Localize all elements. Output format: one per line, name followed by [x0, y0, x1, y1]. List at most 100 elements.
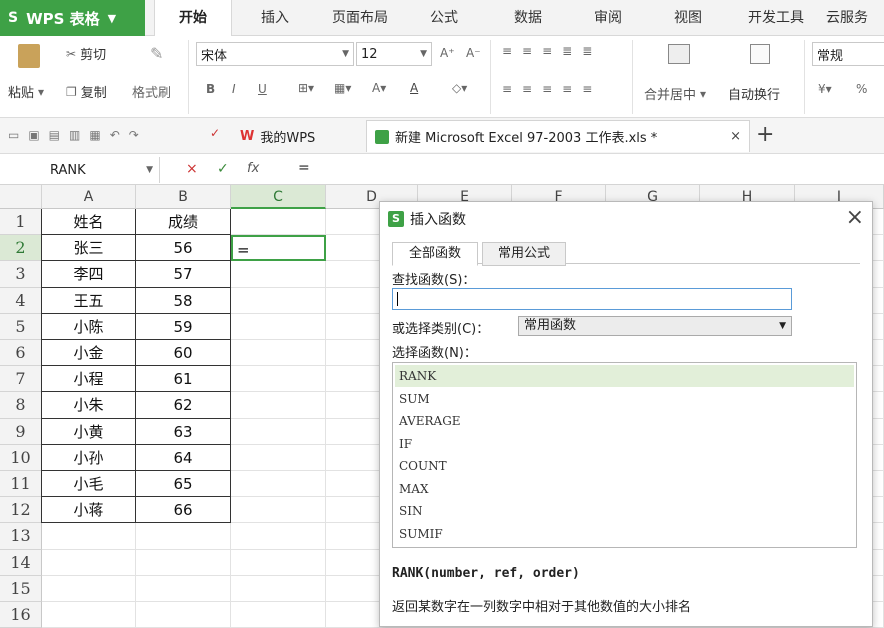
font-size-select[interactable]: 12 ▼	[356, 42, 432, 66]
function-item-if[interactable]: IF	[395, 433, 854, 455]
close-button[interactable]: ×	[846, 206, 864, 230]
cell-c8[interactable]	[231, 392, 326, 419]
tab-insert[interactable]: 插入	[240, 0, 310, 36]
cancel-formula-button[interactable]: ×	[186, 161, 198, 177]
align-top-icons[interactable]: ≡≡≡≣≣	[502, 44, 602, 58]
cell-b2[interactable]: 56	[136, 235, 231, 262]
number-format-select[interactable]: 常规	[812, 42, 884, 66]
cell-a14[interactable]	[42, 549, 136, 576]
row-header-1[interactable]: 1	[0, 209, 42, 236]
column-header-b[interactable]: B	[136, 185, 231, 209]
format-painter-icon[interactable]: ✎	[150, 44, 163, 63]
wrap-text-icon[interactable]	[750, 44, 770, 64]
font-name-select[interactable]: 宋体 ▼	[196, 42, 354, 66]
cell-a2[interactable]: 张三	[42, 235, 136, 262]
cell-c3[interactable]	[231, 261, 326, 288]
row-header-2[interactable]: 2	[0, 235, 42, 262]
cell-a10[interactable]: 小孙	[42, 444, 136, 471]
row-header-5[interactable]: 5	[0, 313, 42, 340]
fill-color-icon[interactable]: ▦▾	[334, 81, 351, 95]
cell-b9[interactable]: 63	[136, 418, 231, 445]
cell-c15[interactable]	[231, 575, 326, 602]
cell-a5[interactable]: 小陈	[42, 313, 136, 340]
cell-b3[interactable]: 57	[136, 261, 231, 288]
cell-a13[interactable]	[42, 523, 136, 550]
cell-b15[interactable]	[136, 575, 231, 602]
insert-function-button[interactable]: fx	[247, 161, 259, 176]
merge-center-icon[interactable]	[668, 44, 690, 64]
tab-view[interactable]: 视图	[656, 0, 720, 36]
category-select[interactable]: 常用函数 ▼	[518, 316, 792, 336]
cell-a11[interactable]: 小毛	[42, 471, 136, 498]
cell-c9[interactable]	[231, 418, 326, 445]
formula-input[interactable]: =	[298, 160, 310, 176]
cell-b8[interactable]: 62	[136, 392, 231, 419]
cell-a1[interactable]: 姓名	[42, 209, 136, 236]
active-cell-c2[interactable]: =	[231, 235, 326, 262]
quick-access-icons[interactable]: ▭▣▤▥▦↶↷	[8, 128, 148, 142]
tab-common-formulas[interactable]: 常用公式	[482, 242, 566, 266]
row-header-7[interactable]: 7	[0, 366, 42, 393]
merge-center-button[interactable]: 合并居中 ▾	[644, 84, 706, 104]
cell-b6[interactable]: 60	[136, 340, 231, 367]
cell-c14[interactable]	[231, 549, 326, 576]
row-header-13[interactable]: 13	[0, 523, 42, 550]
cell-b13[interactable]	[136, 523, 231, 550]
cell-c5[interactable]	[231, 313, 326, 340]
cell-c7[interactable]	[231, 366, 326, 393]
row-header-10[interactable]: 10	[0, 444, 42, 471]
function-list[interactable]: RANK SUM AVERAGE IF COUNT MAX SIN SUMIF	[392, 362, 857, 548]
row-header-14[interactable]: 14	[0, 549, 42, 576]
wrap-text-button[interactable]: 自动换行	[728, 84, 780, 103]
cell-b12[interactable]: 66	[136, 497, 231, 524]
cell-b5[interactable]: 59	[136, 313, 231, 340]
name-box[interactable]: RANK ▼	[0, 157, 160, 183]
function-item-sum[interactable]: SUM	[395, 388, 854, 410]
pin-icon[interactable]: ✓	[210, 126, 220, 140]
increase-font-icon[interactable]: A⁺	[440, 46, 455, 60]
search-input[interactable]	[392, 288, 792, 310]
cell-a16[interactable]	[42, 602, 136, 628]
tab-developer[interactable]: 开发工具	[736, 0, 816, 36]
percent-button[interactable]: %	[856, 82, 867, 96]
tab-data[interactable]: 数据	[496, 0, 560, 36]
italic-button[interactable]: I	[232, 82, 236, 96]
cell-c6[interactable]	[231, 340, 326, 367]
confirm-formula-button[interactable]: ✓	[217, 161, 229, 177]
cell-c10[interactable]	[231, 444, 326, 471]
font-color-icon[interactable]: A▾	[372, 81, 386, 95]
tab-workbook[interactable]: 新建 Microsoft Excel 97-2003 工作表.xls * ×	[366, 120, 750, 152]
close-icon[interactable]: ×	[730, 129, 741, 144]
column-header-c[interactable]: C	[231, 185, 326, 209]
cell-a9[interactable]: 小黄	[42, 418, 136, 445]
function-item-max[interactable]: MAX	[395, 478, 854, 500]
clipboard-icon[interactable]	[18, 44, 40, 68]
tab-home[interactable]: 开始	[154, 0, 232, 37]
cell-c12[interactable]	[231, 497, 326, 524]
row-header-12[interactable]: 12	[0, 497, 42, 524]
underline-button[interactable]: U	[258, 82, 267, 96]
clear-format-icon[interactable]: ◇▾	[452, 81, 467, 95]
row-header-8[interactable]: 8	[0, 392, 42, 419]
row-header-6[interactable]: 6	[0, 340, 42, 367]
row-header-15[interactable]: 15	[0, 575, 42, 602]
tab-review[interactable]: 审阅	[576, 0, 640, 36]
cell-c11[interactable]	[231, 471, 326, 498]
cell-a15[interactable]	[42, 575, 136, 602]
cell-c1[interactable]	[231, 209, 326, 236]
tab-cloud[interactable]: 云服务	[826, 0, 884, 36]
cell-a7[interactable]: 小程	[42, 366, 136, 393]
copy-button[interactable]: ❐ 复制	[66, 82, 107, 102]
font-color-button[interactable]: A	[410, 81, 418, 95]
decrease-font-icon[interactable]: A⁻	[466, 46, 481, 60]
app-menu-button[interactable]: S WPS 表格 ▼	[0, 0, 145, 36]
cell-c16[interactable]	[231, 602, 326, 628]
cell-a4[interactable]: 王五	[42, 287, 136, 314]
row-header-16[interactable]: 16	[0, 602, 42, 628]
function-item-rank[interactable]: RANK	[395, 365, 854, 387]
cell-a6[interactable]: 小金	[42, 340, 136, 367]
format-painter-button[interactable]: 格式刷	[132, 82, 171, 101]
align-left-icons[interactable]: ≡≡≡≡≡	[502, 82, 602, 96]
cut-button[interactable]: ✂ 剪切	[66, 44, 106, 64]
bold-button[interactable]: B	[206, 82, 215, 96]
